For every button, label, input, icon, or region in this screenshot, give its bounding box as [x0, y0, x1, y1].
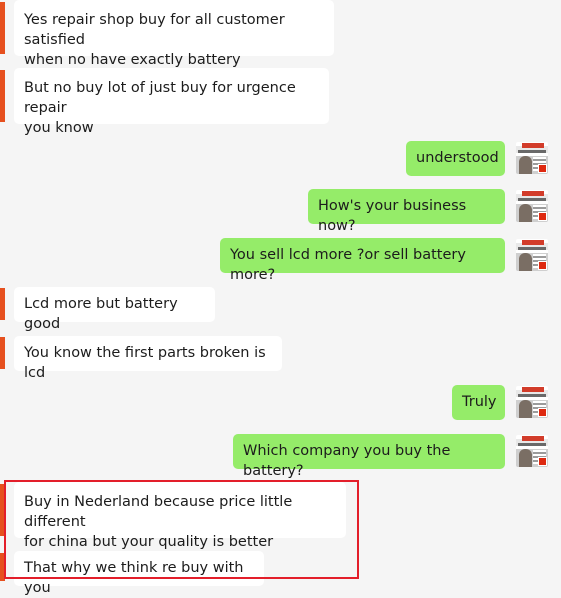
contact-avatar-icon[interactable]	[516, 239, 548, 271]
sender-accent-bar	[0, 337, 5, 369]
person-icon	[519, 156, 532, 174]
outgoing-message[interactable]: understood	[406, 141, 505, 176]
sender-accent-bar	[0, 288, 5, 320]
china-flag-icon	[538, 457, 547, 466]
shop-logo-icon	[522, 436, 544, 441]
person-icon	[519, 400, 532, 418]
contact-avatar-icon[interactable]	[516, 142, 548, 174]
sender-accent-bar	[0, 70, 5, 122]
outgoing-message[interactable]: Truly	[452, 385, 505, 420]
shop-banner-icon	[518, 443, 546, 446]
incoming-message[interactable]: You know the first parts broken is lcd	[14, 336, 282, 381]
incoming-message[interactable]: But no buy lot of just buy for urgence r…	[14, 68, 329, 136]
incoming-message[interactable]: Yes repair shop buy for all customer sat…	[14, 0, 334, 68]
shop-logo-icon	[522, 143, 544, 148]
shop-banner-icon	[518, 198, 546, 201]
contact-avatar-icon[interactable]	[516, 190, 548, 222]
person-icon	[519, 253, 532, 271]
person-icon	[519, 204, 532, 222]
outgoing-message[interactable]: Which company you buy the battery?	[233, 434, 505, 479]
china-flag-icon	[538, 261, 547, 270]
shop-logo-icon	[522, 191, 544, 196]
highlight-box	[4, 480, 359, 579]
shop-logo-icon	[522, 387, 544, 392]
china-flag-icon	[538, 164, 547, 173]
outgoing-message[interactable]: How's your business now?	[308, 189, 505, 234]
sender-accent-bar	[0, 2, 5, 54]
shop-banner-icon	[518, 394, 546, 397]
contact-avatar-icon[interactable]	[516, 435, 548, 467]
incoming-message[interactable]: Lcd more but battery good	[14, 287, 215, 332]
outgoing-message[interactable]: You sell lcd more ?or sell battery more?	[220, 238, 505, 283]
chat-message-list[interactable]: Yes repair shop buy for all customer sat…	[0, 0, 561, 596]
contact-avatar-icon[interactable]	[516, 386, 548, 418]
person-icon	[519, 449, 532, 467]
shop-banner-icon	[518, 150, 546, 153]
china-flag-icon	[538, 212, 547, 221]
china-flag-icon	[538, 408, 547, 417]
shop-logo-icon	[522, 240, 544, 245]
shop-banner-icon	[518, 247, 546, 250]
